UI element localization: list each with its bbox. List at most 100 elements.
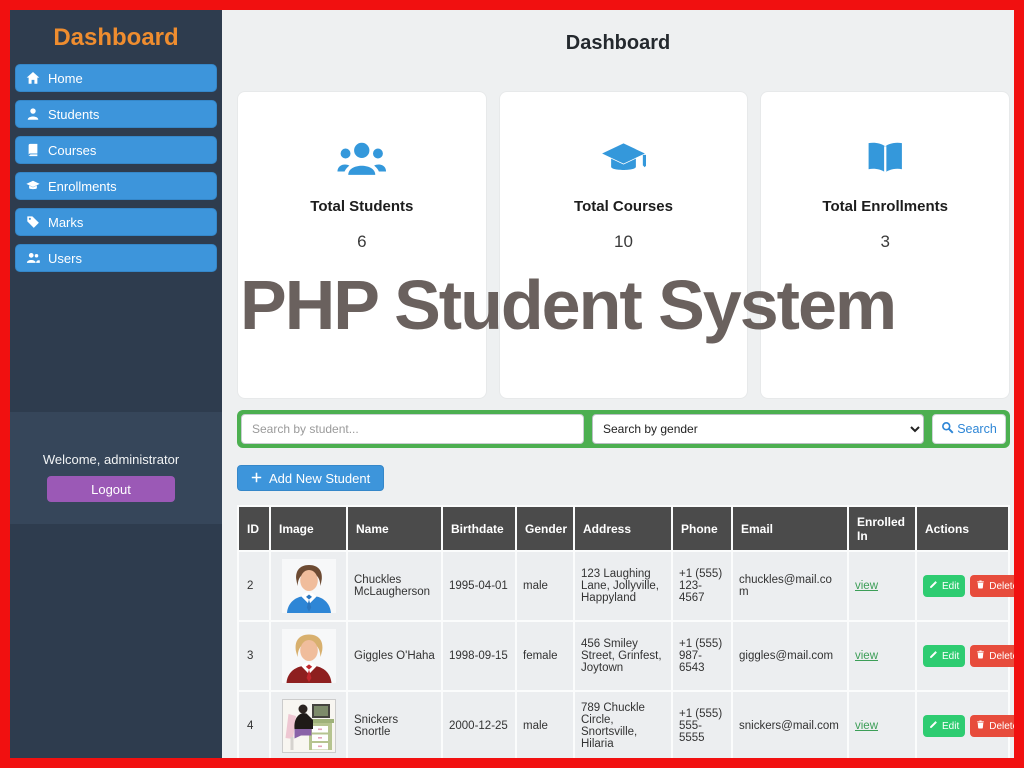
welcome-text: Welcome, administrator: [0, 412, 222, 467]
sidebar-user-panel: Welcome, administrator Logout: [0, 412, 222, 524]
edit-button[interactable]: Edit: [923, 575, 965, 597]
sidebar-item-label: Marks: [48, 215, 83, 230]
table-row: 3 Giggles O'Haha 1: [239, 622, 1008, 690]
col-header-image: Image: [271, 507, 346, 550]
cell-phone: +1 (555) 555-5555: [673, 692, 731, 758]
col-header-id: ID: [239, 507, 269, 550]
add-student-button[interactable]: Add New Student: [237, 465, 384, 491]
main-content: Dashboard Total Students 6 Total Courses…: [222, 10, 1014, 758]
tag-icon: [26, 215, 40, 229]
cell-address: 456 Smiley Street, Grinfest, Joytown: [575, 622, 671, 690]
edit-label: Edit: [942, 721, 959, 732]
cell-gender: male: [517, 692, 573, 758]
delete-button[interactable]: Delete: [970, 575, 1014, 597]
cell-name: Chuckles McLaugherson: [348, 552, 441, 620]
page-title: Dashboard: [222, 32, 1014, 55]
cell-gender: male: [517, 552, 573, 620]
gender-select[interactable]: Search by gender: [592, 414, 924, 444]
search-input[interactable]: [241, 414, 584, 444]
open-book-icon: [761, 138, 1009, 178]
delete-label: Delete: [989, 721, 1014, 732]
table-row: 4: [239, 692, 1008, 758]
edit-button[interactable]: Edit: [923, 715, 965, 737]
sidebar-item-home[interactable]: Home: [15, 64, 217, 92]
edit-icon: [929, 720, 938, 732]
view-enrollments-link[interactable]: view: [855, 580, 878, 592]
sidebar-item-users[interactable]: Users: [15, 244, 217, 272]
view-enrollments-link[interactable]: view: [855, 650, 878, 662]
cell-birthdate: 1998-09-15: [443, 622, 515, 690]
sidebar-item-students[interactable]: Students: [15, 100, 217, 128]
cell-actions: Edit Delete: [917, 622, 1008, 690]
sidebar-item-label: Enrollments: [48, 179, 117, 194]
students-table: ID Image Name Birthdate Gender Address P…: [237, 505, 1010, 758]
logout-button[interactable]: Logout: [47, 476, 175, 502]
sidebar: Dashboard Home Students Courses: [10, 10, 222, 758]
cell-image: [271, 622, 346, 690]
col-header-name: Name: [348, 507, 441, 550]
trash-icon: [976, 720, 985, 732]
cell-id: 2: [239, 552, 269, 620]
card-label: Total Courses: [500, 198, 748, 215]
cell-birthdate: 2000-12-25: [443, 692, 515, 758]
sidebar-item-label: Users: [48, 251, 82, 266]
cell-enrolled: view: [849, 552, 915, 620]
cell-image: [271, 552, 346, 620]
card-total-students: Total Students 6: [237, 91, 487, 399]
cell-birthdate: 1995-04-01: [443, 552, 515, 620]
trash-icon: [976, 580, 985, 592]
delete-label: Delete: [989, 651, 1014, 662]
card-total-courses: Total Courses 10: [499, 91, 749, 399]
edit-icon: [929, 580, 938, 592]
edit-button[interactable]: Edit: [923, 645, 965, 667]
users-group-icon: [238, 138, 486, 178]
table-row: 2 Chuckles McLaugherson: [239, 552, 1008, 620]
col-header-address: Address: [575, 507, 671, 550]
plus-icon: [251, 471, 262, 486]
app-window: Dashboard Home Students Courses: [0, 0, 1024, 768]
card-value: 10: [500, 232, 748, 252]
student-avatar-man-blue-suit: [282, 559, 336, 613]
sidebar-item-label: Home: [48, 71, 83, 86]
view-enrollments-link[interactable]: view: [855, 720, 878, 732]
cell-address: 789 Chuckle Circle, Snortsville, Hilaria: [575, 692, 671, 758]
student-avatar-person-at-computer: [282, 699, 336, 753]
cell-actions: Edit Delete: [917, 692, 1008, 758]
cell-image: [271, 692, 346, 758]
users-icon: [26, 251, 40, 265]
graduation-cap-icon: [500, 138, 748, 178]
card-value: 3: [761, 232, 1009, 252]
home-icon: [26, 71, 40, 85]
table-header-row: ID Image Name Birthdate Gender Address P…: [239, 507, 1008, 550]
search-icon: [941, 421, 954, 437]
cell-id: 3: [239, 622, 269, 690]
sidebar-item-enrollments[interactable]: Enrollments: [15, 172, 217, 200]
watermark: PHP Student System: [240, 265, 895, 345]
trash-icon: [976, 650, 985, 662]
cell-name: Giggles O'Haha: [348, 622, 441, 690]
cell-email: giggles@mail.com: [733, 622, 847, 690]
delete-label: Delete: [989, 581, 1014, 592]
search-button-label: Search: [957, 422, 997, 436]
sidebar-item-label: Students: [48, 107, 99, 122]
cell-email: snickers@mail.com: [733, 692, 847, 758]
col-header-birthdate: Birthdate: [443, 507, 515, 550]
delete-button[interactable]: Delete: [970, 715, 1014, 737]
cell-address: 123 Laughing Lane, Jollyville, Happyland: [575, 552, 671, 620]
col-header-phone: Phone: [673, 507, 731, 550]
col-header-enrolled: Enrolled In: [849, 507, 915, 550]
summary-cards: Total Students 6 Total Courses 10 Total …: [237, 91, 1010, 399]
sidebar-item-marks[interactable]: Marks: [15, 208, 217, 236]
search-bar: Search by gender Search: [237, 410, 1010, 448]
sidebar-item-courses[interactable]: Courses: [15, 136, 217, 164]
edit-label: Edit: [942, 581, 959, 592]
student-avatar-person-red-suit: [282, 629, 336, 683]
col-header-gender: Gender: [517, 507, 573, 550]
book-icon: [26, 143, 40, 157]
search-button[interactable]: Search: [932, 414, 1006, 444]
sidebar-menu: Home Students Courses Enrollments: [10, 64, 222, 272]
card-label: Total Students: [238, 198, 486, 215]
cell-enrolled: view: [849, 692, 915, 758]
cell-id: 4: [239, 692, 269, 758]
delete-button[interactable]: Delete: [970, 645, 1014, 667]
